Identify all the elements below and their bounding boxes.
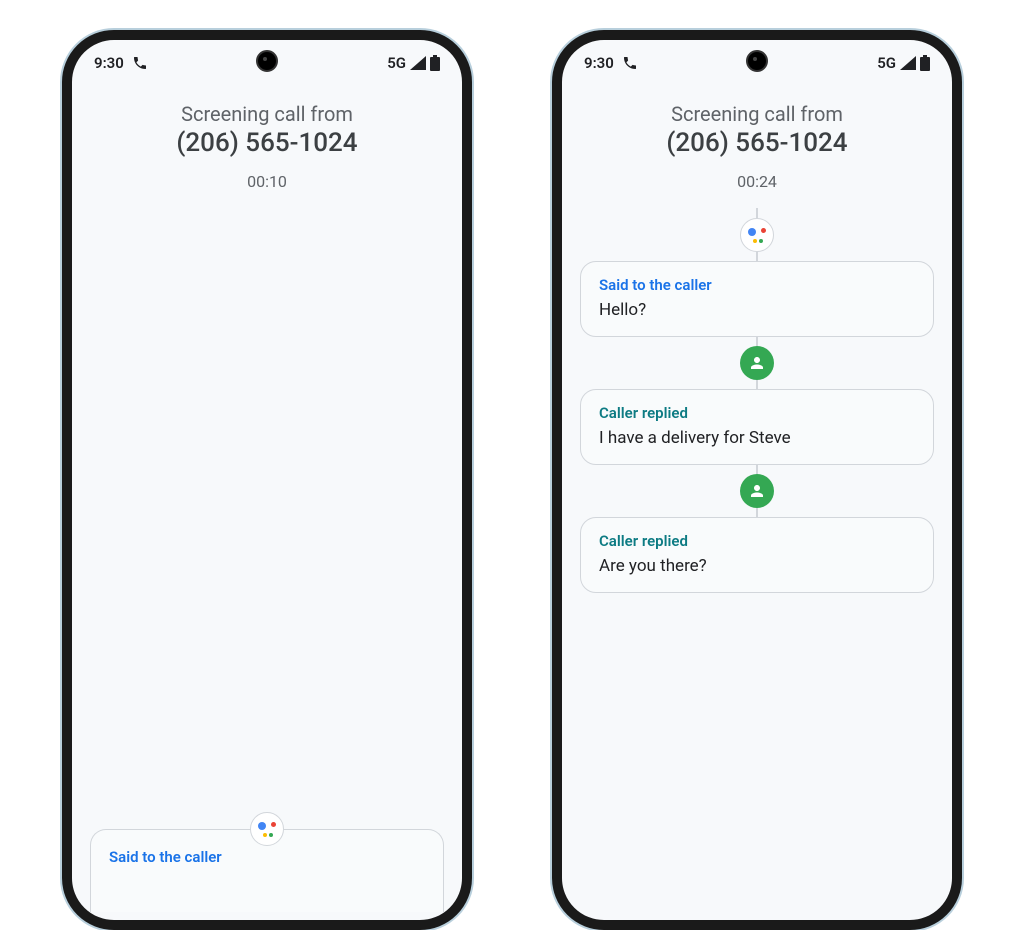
caller-number: (206) 565-1024 bbox=[176, 128, 357, 158]
person-icon bbox=[748, 482, 766, 500]
transcript-card[interactable]: Caller replied Are you there? bbox=[580, 517, 934, 593]
front-camera bbox=[746, 50, 768, 72]
transcript-card[interactable]: Said to the caller Hello? bbox=[580, 261, 934, 337]
phone-mockup-left: 9:30 5G Screening call from (206) 565-10… bbox=[62, 30, 472, 930]
signal-icon bbox=[410, 56, 426, 70]
signal-icon bbox=[900, 56, 916, 70]
card-body: Are you there? bbox=[599, 556, 915, 576]
card-body: Hello? bbox=[599, 300, 915, 320]
transcript-card[interactable]: Caller replied I have a delivery for Ste… bbox=[580, 389, 934, 465]
call-indicator-icon bbox=[132, 55, 148, 71]
assistant-badge bbox=[250, 812, 284, 846]
screening-label: Screening call from bbox=[671, 102, 843, 126]
person-icon bbox=[748, 354, 766, 372]
caller-badge bbox=[740, 474, 774, 508]
screening-label: Screening call from bbox=[181, 102, 353, 126]
caller-number: (206) 565-1024 bbox=[666, 128, 847, 158]
card-heading: Caller replied bbox=[599, 532, 915, 550]
assistant-icon bbox=[746, 224, 768, 246]
call-timer: 00:10 bbox=[247, 172, 287, 191]
call-indicator-icon bbox=[622, 55, 638, 71]
network-label: 5G bbox=[387, 54, 406, 72]
status-time: 9:30 bbox=[94, 54, 124, 72]
card-heading: Caller replied bbox=[599, 404, 915, 422]
call-timer: 00:24 bbox=[737, 172, 777, 191]
assistant-badge bbox=[740, 218, 774, 252]
status-time: 9:30 bbox=[584, 54, 614, 72]
front-camera bbox=[256, 50, 278, 72]
caller-badge bbox=[740, 346, 774, 380]
card-heading: Said to the caller bbox=[599, 276, 915, 294]
battery-icon bbox=[430, 55, 440, 71]
card-heading: Said to the caller bbox=[109, 848, 425, 866]
card-body: I have a delivery for Steve bbox=[599, 428, 915, 448]
network-label: 5G bbox=[877, 54, 896, 72]
battery-icon bbox=[920, 55, 930, 71]
phone-mockup-right: 9:30 5G Screening call from (206) 565-10… bbox=[552, 30, 962, 930]
assistant-icon bbox=[256, 818, 278, 840]
